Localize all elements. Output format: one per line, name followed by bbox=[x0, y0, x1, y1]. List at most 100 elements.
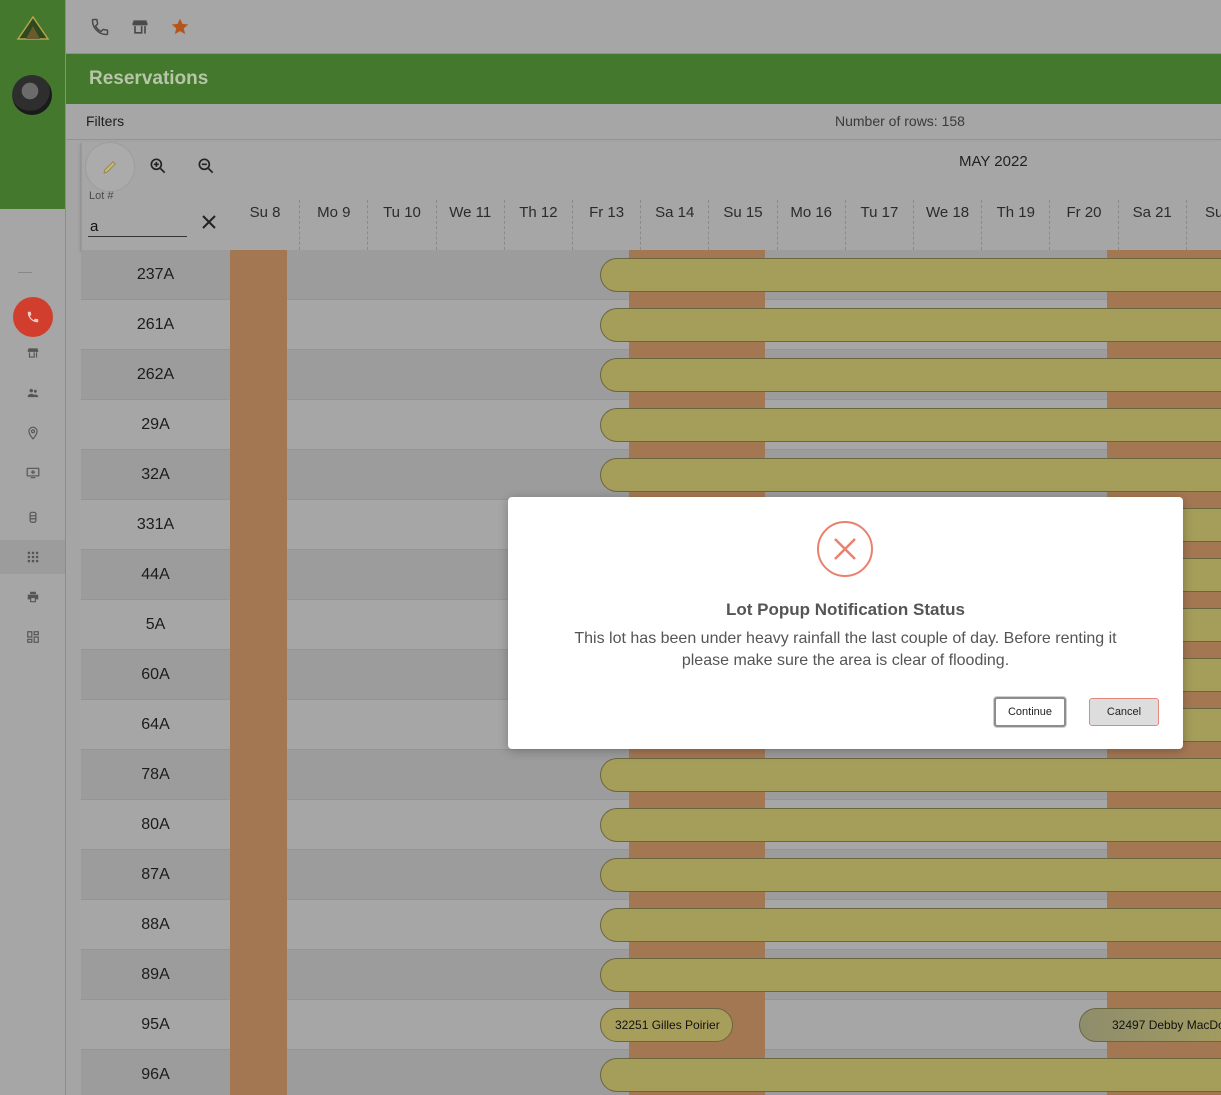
day-header: Su 8 bbox=[249, 204, 281, 221]
lot-number-cell[interactable]: 80A bbox=[81, 800, 230, 850]
topbar-favorite-button[interactable] bbox=[168, 15, 192, 39]
lot-number-cell[interactable]: 261A bbox=[81, 300, 230, 350]
zoom-in-button[interactable] bbox=[146, 154, 170, 178]
nav-store-button[interactable] bbox=[0, 336, 65, 370]
day-header: Sa 21 bbox=[1117, 200, 1186, 250]
add-to-queue-icon bbox=[26, 467, 39, 479]
error-circle-icon bbox=[817, 521, 873, 577]
zoom-out-button[interactable] bbox=[194, 154, 218, 178]
lot-number-cell[interactable]: 87A bbox=[81, 850, 230, 900]
print-icon bbox=[27, 591, 38, 603]
reservation-bar[interactable] bbox=[600, 808, 1221, 842]
lot-number-cell[interactable]: 331A bbox=[81, 500, 230, 550]
left-nav bbox=[0, 0, 66, 1095]
reservation-bar[interactable] bbox=[600, 858, 1221, 892]
day-header: Sa 14 bbox=[640, 200, 708, 250]
cylinder-icon bbox=[29, 511, 36, 523]
reservation-bar[interactable] bbox=[600, 908, 1221, 942]
filters-toggle[interactable]: Filters bbox=[86, 113, 124, 129]
page-header: Reservations bbox=[66, 54, 1221, 104]
location-pin-icon bbox=[27, 426, 38, 440]
phone-icon bbox=[27, 311, 39, 323]
day-header: We 11 bbox=[435, 200, 504, 250]
nav-print-button[interactable] bbox=[0, 580, 65, 614]
reservation-bar[interactable] bbox=[600, 1058, 1221, 1092]
reservation-bar[interactable] bbox=[600, 758, 1221, 792]
lot-number-cell[interactable]: 64A bbox=[81, 700, 230, 750]
month-label: MAY 2022 bbox=[959, 153, 1028, 170]
reservation-bar[interactable] bbox=[600, 358, 1221, 392]
lot-number-cell[interactable]: 89A bbox=[81, 950, 230, 1000]
lot-number-cell[interactable]: 60A bbox=[81, 650, 230, 700]
filters-bar: Filters Number of rows: 158 bbox=[66, 104, 1221, 140]
nav-add-screen-button[interactable] bbox=[0, 456, 65, 490]
nav-grid-button[interactable] bbox=[0, 540, 65, 574]
day-header: Fr 13 bbox=[572, 200, 640, 250]
day-header: Tu 17 bbox=[844, 200, 913, 250]
nav-location-button[interactable] bbox=[0, 416, 65, 450]
dialog-title: Lot Popup Notification Status bbox=[726, 600, 965, 619]
dashboard-icon bbox=[26, 631, 39, 643]
nav-divider bbox=[18, 272, 32, 273]
close-icon bbox=[202, 215, 216, 229]
phone-icon bbox=[91, 18, 109, 36]
reservation-bar[interactable] bbox=[600, 258, 1221, 292]
nav-gas-button[interactable] bbox=[0, 500, 65, 534]
pencil-icon bbox=[103, 161, 116, 174]
lot-number-cell[interactable]: 78A bbox=[81, 750, 230, 800]
nav-dashboard-button[interactable] bbox=[0, 620, 65, 654]
nav-brand-panel bbox=[0, 0, 65, 209]
reservation-bar[interactable] bbox=[600, 958, 1221, 992]
topbar-phone-button[interactable] bbox=[88, 15, 112, 39]
reservation-bar[interactable] bbox=[600, 308, 1221, 342]
top-bar bbox=[66, 0, 1221, 54]
day-header: Th 19 bbox=[981, 200, 1049, 250]
lot-number-cell[interactable]: 5A bbox=[81, 600, 230, 650]
star-icon bbox=[171, 18, 189, 35]
reservation-bar[interactable] bbox=[600, 458, 1221, 492]
zoom-in-icon bbox=[150, 158, 166, 174]
zoom-out-icon bbox=[198, 158, 214, 174]
day-header: We 18 bbox=[913, 200, 981, 250]
lot-number-cell[interactable]: 44A bbox=[81, 550, 230, 600]
page-title: Reservations bbox=[89, 68, 209, 89]
store-icon bbox=[132, 20, 148, 34]
calendar-header: MAY 2022 Lot # Su 8Mo 9Tu 10We 11Th 12Fr… bbox=[81, 142, 1221, 250]
logo-icon bbox=[16, 15, 50, 40]
topbar-store-button[interactable] bbox=[128, 15, 152, 39]
row-count: Number of rows: 158 bbox=[835, 113, 965, 129]
day-header: Mo 16 bbox=[776, 200, 845, 250]
edit-button[interactable] bbox=[85, 142, 135, 192]
lot-number-cell[interactable]: 95A bbox=[81, 1000, 230, 1050]
clear-filter-button[interactable] bbox=[197, 210, 221, 234]
lot-number-cell[interactable]: 96A bbox=[81, 1050, 230, 1095]
day-header: Su 15 bbox=[708, 200, 776, 250]
lot-number-cell[interactable]: 237A bbox=[81, 250, 230, 300]
users-icon bbox=[27, 388, 38, 398]
lot-number-cell[interactable]: 88A bbox=[81, 900, 230, 950]
close-icon bbox=[834, 538, 856, 560]
reservation-pill[interactable]: 32497 Debby MacDo bbox=[1079, 1008, 1221, 1042]
reservation-bar[interactable] bbox=[600, 408, 1221, 442]
lot-filter-input[interactable] bbox=[88, 216, 187, 237]
lot-number-cell[interactable]: 29A bbox=[81, 400, 230, 450]
lot-number-cell[interactable]: 262A bbox=[81, 350, 230, 400]
day-header: Fr 20 bbox=[1049, 200, 1117, 250]
day-header: Th 12 bbox=[503, 200, 572, 250]
continue-button[interactable]: Continue bbox=[994, 697, 1066, 727]
day-header: Tu 10 bbox=[367, 200, 435, 250]
lot-filter-label: Lot # bbox=[89, 190, 114, 202]
cancel-button[interactable]: Cancel bbox=[1089, 698, 1159, 726]
apps-grid-icon bbox=[27, 551, 38, 563]
nav-users-button[interactable] bbox=[0, 376, 65, 410]
day-header: Mo 9 bbox=[299, 200, 367, 250]
nav-phone-button[interactable] bbox=[13, 297, 53, 337]
avatar[interactable] bbox=[12, 75, 52, 115]
weekend-column bbox=[230, 250, 287, 1095]
store-icon bbox=[27, 348, 38, 358]
reservation-pill[interactable]: 32251 Gilles Poirier bbox=[600, 1008, 733, 1042]
lot-number-cell[interactable]: 32A bbox=[81, 450, 230, 500]
dialog-message: This lot has been under heavy rainfall t… bbox=[574, 630, 1117, 669]
day-header: Su 2 bbox=[1185, 200, 1221, 250]
lot-notification-dialog: Lot Popup Notification Status This lot h… bbox=[508, 497, 1183, 749]
